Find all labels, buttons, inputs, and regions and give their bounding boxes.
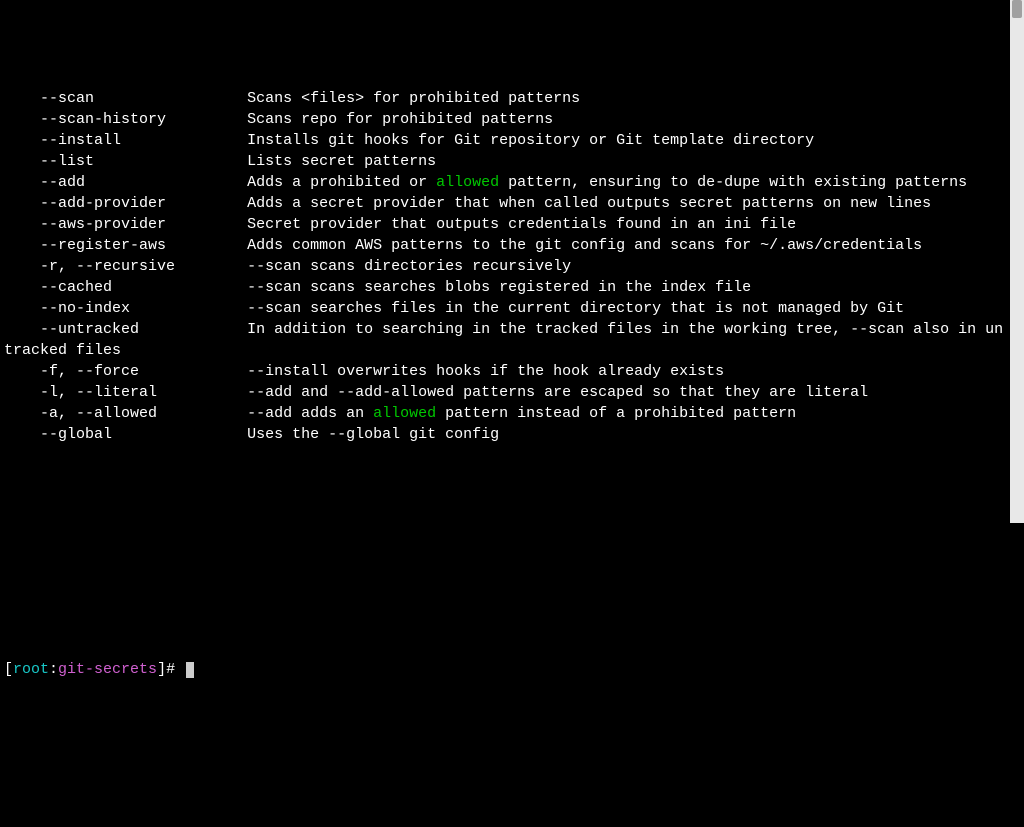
- option-description: --scan searches files in the current dir…: [247, 300, 904, 317]
- help-option-row: --scan-history Scans repo for prohibited…: [4, 109, 1010, 130]
- prompt-bracket-open: [: [4, 661, 13, 678]
- option-description: --add and --add-allowed patterns are esc…: [247, 384, 868, 401]
- option-flag: --register-aws: [4, 235, 247, 256]
- prompt-dir: git-secrets: [58, 661, 157, 678]
- help-option-row: -a, --allowed --add adds an allowed patt…: [4, 403, 1010, 424]
- option-flag: --cached: [4, 277, 247, 298]
- prompt-end: #: [166, 661, 184, 678]
- option-description: Adds a prohibited or: [247, 174, 436, 191]
- option-flag: -r, --recursive: [4, 256, 247, 277]
- help-option-row: -r, --recursive --scan scans directories…: [4, 256, 1010, 277]
- option-flag: --add-provider: [4, 193, 247, 214]
- option-flag: --untracked: [4, 319, 247, 340]
- option-flag: --aws-provider: [4, 214, 247, 235]
- option-description: --add adds an: [247, 405, 373, 422]
- help-option-row: --add-provider Adds a secret provider th…: [4, 193, 1010, 214]
- option-description: Uses the --global git config: [247, 426, 499, 443]
- option-description: Scans <files> for prohibited patterns: [247, 90, 580, 107]
- option-flag: --scan-history: [4, 109, 247, 130]
- help-option-row: --untracked In addition to searching in …: [4, 319, 1010, 361]
- help-option-row: --cached --scan scans searches blobs reg…: [4, 277, 1010, 298]
- option-description: --install overwrites hooks if the hook a…: [247, 363, 724, 380]
- terminal-output: --scan Scans <files> for prohibited patt…: [4, 88, 1010, 603]
- prompt-bracket-close: ]: [157, 661, 166, 678]
- option-description: Lists secret patterns: [247, 153, 436, 170]
- option-description: pattern instead of a prohibited pattern: [436, 405, 796, 422]
- help-option-row: --global Uses the --global git config: [4, 424, 1010, 445]
- option-flag: --add: [4, 172, 247, 193]
- cursor-icon: [186, 662, 194, 678]
- vertical-scrollbar[interactable]: [1010, 0, 1024, 523]
- prompt-user: root: [13, 661, 49, 678]
- help-option-row: --aws-provider Secret provider that outp…: [4, 214, 1010, 235]
- option-description: --scan scans directories recursively: [247, 258, 571, 275]
- help-option-row: -f, --force --install overwrites hooks i…: [4, 361, 1010, 382]
- highlighted-term: allowed: [436, 174, 499, 191]
- shell-prompt[interactable]: [root:git-secrets]#: [4, 659, 1020, 680]
- option-flag: --list: [4, 151, 247, 172]
- option-description: Adds common AWS patterns to the git conf…: [247, 237, 922, 254]
- help-option-row: -l, --literal --add and --add-allowed pa…: [4, 382, 1010, 403]
- help-option-row: --list Lists secret patterns: [4, 151, 1010, 172]
- help-option-row: --no-index --scan searches files in the …: [4, 298, 1010, 319]
- option-description: Scans repo for prohibited patterns: [247, 111, 553, 128]
- option-flag: -f, --force: [4, 361, 247, 382]
- option-flag: --global: [4, 424, 247, 445]
- option-flag: --no-index: [4, 298, 247, 319]
- help-option-row: --register-aws Adds common AWS patterns …: [4, 235, 1010, 256]
- help-option-row: --scan Scans <files> for prohibited patt…: [4, 88, 1010, 109]
- option-flag: -a, --allowed: [4, 403, 247, 424]
- prompt-separator: :: [49, 661, 58, 678]
- option-description: --scan scans searches blobs registered i…: [247, 279, 751, 296]
- highlighted-term: allowed: [373, 405, 436, 422]
- option-description: Installs git hooks for Git repository or…: [247, 132, 814, 149]
- option-flag: --install: [4, 130, 247, 151]
- option-description: Secret provider that outputs credentials…: [247, 216, 796, 233]
- help-option-row: --add Adds a prohibited or allowed patte…: [4, 172, 1010, 193]
- option-flag: --scan: [4, 88, 247, 109]
- option-description: pattern, ensuring to de-dupe with existi…: [499, 174, 967, 191]
- scrollbar-thumb[interactable]: [1012, 0, 1022, 18]
- option-description: Adds a secret provider that when called …: [247, 195, 931, 212]
- help-option-row: --install Installs git hooks for Git rep…: [4, 130, 1010, 151]
- option-flag: -l, --literal: [4, 382, 247, 403]
